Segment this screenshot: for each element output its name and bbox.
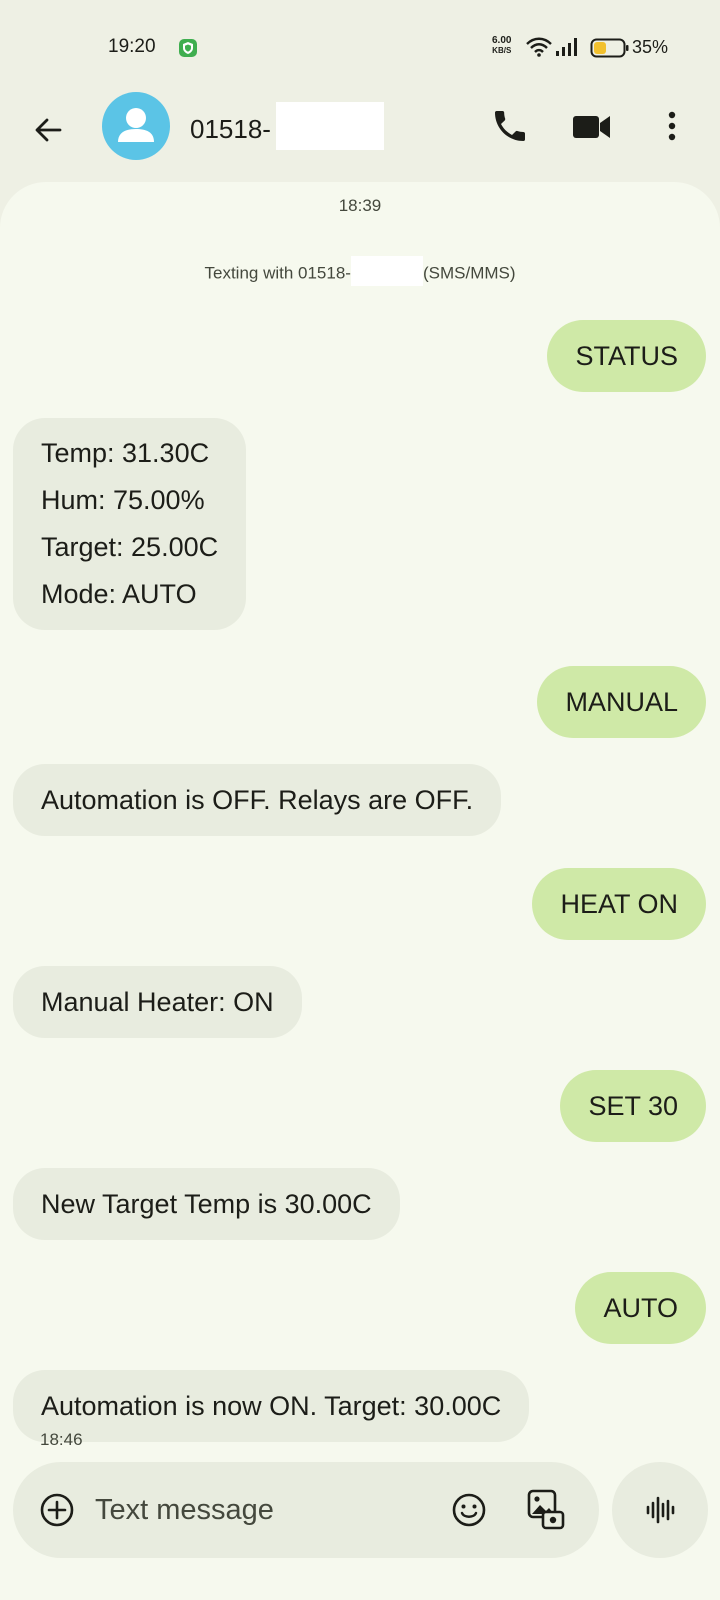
status-time: 19:20: [108, 36, 156, 57]
contact-name[interactable]: 01518-: [190, 114, 271, 145]
texting-info-prefix: Texting with 01518-: [204, 263, 351, 283]
outgoing-message[interactable]: STATUS: [547, 320, 706, 392]
net-speed-unit: KB/S: [492, 46, 512, 55]
redaction-box: [350, 256, 423, 286]
message-line: Temp: 31.30C: [41, 438, 210, 468]
back-button[interactable]: [28, 110, 68, 150]
conversation-header: 01518-: [0, 92, 720, 180]
contact-avatar-icon: [118, 108, 154, 142]
shield-icon: [179, 39, 197, 57]
status-bar: 19:20 6.00 KB/S 35%: [0, 0, 720, 92]
outgoing-message[interactable]: AUTO: [575, 1272, 706, 1344]
add-circle-icon: [40, 1493, 74, 1527]
gallery-button[interactable]: [525, 1488, 567, 1532]
more-vert-icon: [668, 111, 676, 141]
avatar[interactable]: [102, 92, 170, 160]
redaction-box: [276, 102, 384, 150]
signal-icon: [556, 38, 577, 56]
battery-icon: [590, 38, 629, 58]
incoming-message[interactable]: Automation is OFF. Relays are OFF.: [13, 764, 502, 836]
conversation-area[interactable]: 18:39 Texting with 01518- (SMS/MMS) STATU…: [0, 182, 720, 1600]
voice-wave-icon: [646, 1496, 675, 1524]
message-input[interactable]: [95, 1490, 425, 1530]
incoming-message[interactable]: New Target Temp is 30.00C: [13, 1168, 400, 1240]
outgoing-message[interactable]: SET 30: [560, 1070, 706, 1142]
voice-message-button[interactable]: [612, 1462, 708, 1558]
outgoing-message[interactable]: HEAT ON: [532, 868, 706, 940]
outgoing-message[interactable]: MANUAL: [537, 666, 706, 738]
video-call-icon: [573, 116, 610, 138]
add-attachment-button[interactable]: [37, 1490, 77, 1530]
message-line: Hum: 75.00%: [41, 485, 205, 515]
call-button[interactable]: [490, 106, 530, 146]
emoji-icon: [452, 1493, 486, 1527]
emoji-button[interactable]: [449, 1490, 489, 1530]
more-options-button[interactable]: [652, 106, 692, 146]
message-line: Mode: AUTO: [41, 579, 197, 609]
back-arrow-icon: [35, 118, 62, 142]
video-call-button[interactable]: [570, 106, 614, 146]
message-line: Target: 25.00C: [41, 532, 219, 562]
timestamp: 18:39: [338, 196, 382, 215]
gallery-icon: [527, 1489, 565, 1530]
incoming-message[interactable]: Automation is now ON. Target: 30.00C: [13, 1370, 530, 1442]
message-composer: [13, 1462, 599, 1558]
incoming-message[interactable]: Temp: 31.30C Hum: 75.00% Target: 25.00C …: [13, 418, 247, 630]
net-speed: 6.00 KB/S: [492, 35, 512, 56]
texting-info: Texting with 01518- (SMS/MMS): [0, 256, 720, 286]
texting-info-suffix: (SMS/MMS): [422, 263, 516, 283]
incoming-message[interactable]: Manual Heater: ON: [13, 966, 302, 1038]
timestamp: 18:46: [40, 1430, 83, 1449]
battery-percent: 35%: [632, 37, 669, 57]
wifi-icon: [526, 37, 552, 57]
net-speed-value: 6.00: [492, 35, 512, 46]
phone-icon: [495, 111, 525, 141]
